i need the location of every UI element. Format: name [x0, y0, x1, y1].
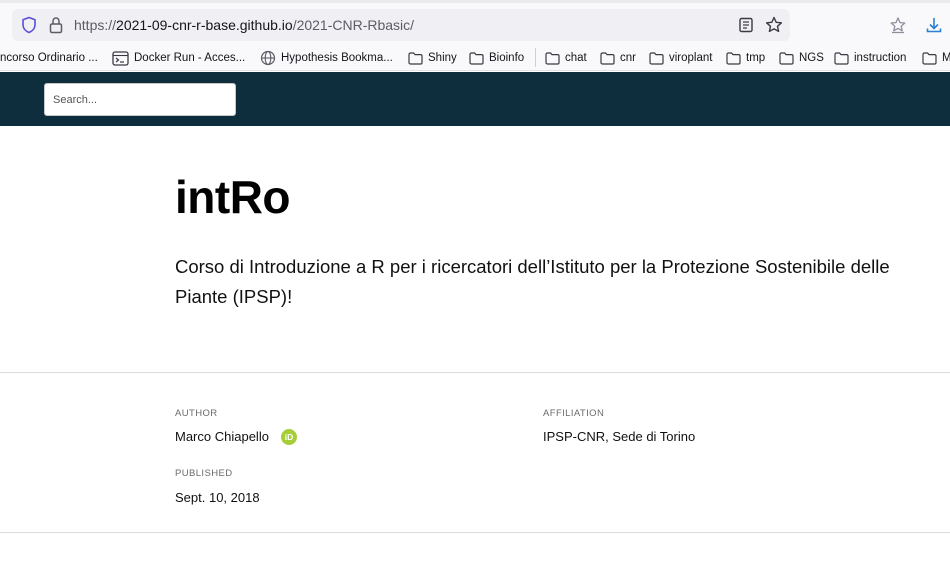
- bookmark-folder-viroplant[interactable]: viroplant: [649, 49, 712, 67]
- published-label: PUBLISHED: [175, 468, 233, 479]
- folder-icon: [545, 51, 560, 65]
- bookmark-hypothesis[interactable]: Hypothesis Bookma...: [260, 49, 393, 67]
- bookmark-label: NGS: [799, 52, 824, 64]
- bookmark-label: chat: [565, 52, 587, 64]
- lock-icon[interactable]: [48, 16, 64, 34]
- folder-icon: [649, 51, 664, 65]
- site-header: [0, 72, 950, 126]
- folder-icon: [922, 51, 937, 65]
- divider: [0, 372, 950, 373]
- orcid-icon[interactable]: iD: [281, 429, 297, 445]
- divider: [0, 532, 950, 533]
- bookmark-folder-instruction[interactable]: instruction: [834, 49, 906, 67]
- page-title: intRo: [175, 171, 291, 223]
- downloads-icon[interactable]: [924, 15, 944, 35]
- bookmarks-separator: [535, 48, 536, 67]
- url-text[interactable]: https://2021-09-cnr-r-base.github.io/202…: [74, 17, 414, 33]
- bookmark-folder-tmp[interactable]: tmp: [726, 49, 765, 67]
- bookmark-label: Hypothesis Bookma...: [281, 52, 393, 64]
- bookmark-folder-cnr[interactable]: cnr: [600, 49, 636, 67]
- reader-view-icon[interactable]: [738, 17, 754, 33]
- bookmark-concorso[interactable]: ncorso Ordinario ...: [0, 49, 98, 67]
- search-input[interactable]: [44, 83, 236, 116]
- terminal-icon: [112, 50, 129, 66]
- affiliation-label: AFFILIATION: [543, 408, 605, 419]
- bookmark-folder-ngs[interactable]: NGS: [779, 49, 824, 67]
- bookmark-label: tmp: [746, 52, 766, 64]
- bookmark-label: Bioinfo: [489, 52, 525, 64]
- affiliation-value: IPSP-CNR, Sede di Torino: [543, 429, 696, 444]
- bookmark-label: cnr: [620, 52, 636, 64]
- tracking-protection-shield-icon[interactable]: [20, 16, 38, 34]
- url-path: /2021-CNR-Rbasic/: [292, 17, 415, 33]
- folder-icon: [726, 51, 741, 65]
- bookmark-folder-chat[interactable]: chat: [545, 49, 587, 67]
- bookmark-label: ncorso Ordinario ...: [0, 52, 98, 64]
- bookmark-star-icon[interactable]: [764, 15, 784, 35]
- globe-icon: [260, 50, 276, 66]
- bookmark-folder-bioinfo[interactable]: Bioinfo: [469, 49, 524, 67]
- folder-icon: [408, 51, 423, 65]
- author-label: AUTHOR: [175, 408, 218, 419]
- pocket-star-icon[interactable]: [888, 15, 908, 35]
- folder-icon: [469, 51, 484, 65]
- bookmark-folder-shiny[interactable]: Shiny: [408, 49, 457, 67]
- folder-icon: [834, 51, 849, 65]
- bookmark-label: Shiny: [428, 52, 457, 64]
- page-description: Corso di Introduzione a R per i ricercat…: [175, 256, 890, 307]
- folder-icon: [600, 51, 615, 65]
- bookmark-label: viroplant: [669, 52, 713, 64]
- bookmark-docker-run[interactable]: Docker Run - Acces...: [112, 49, 245, 67]
- url-scheme: https://: [74, 17, 117, 33]
- author-name[interactable]: Marco Chiapello: [175, 429, 269, 444]
- browser-toolbar: https://2021-09-cnr-r-base.github.io/202…: [0, 0, 950, 44]
- bookmarks-toolbar: ncorso Ordinario ... Docker Run - Acces.…: [0, 44, 950, 71]
- bookmark-folder-m[interactable]: M: [922, 49, 950, 67]
- bookmark-label: M: [942, 52, 950, 64]
- url-host: 2021-09-cnr-r-base.github.io: [116, 17, 293, 33]
- published-date: Sept. 10, 2018: [175, 490, 260, 505]
- folder-icon: [779, 51, 794, 65]
- bookmark-label: Docker Run - Acces...: [134, 52, 246, 64]
- address-bar[interactable]: https://2021-09-cnr-r-base.github.io/202…: [12, 9, 790, 41]
- bookmark-label: instruction: [854, 52, 907, 64]
